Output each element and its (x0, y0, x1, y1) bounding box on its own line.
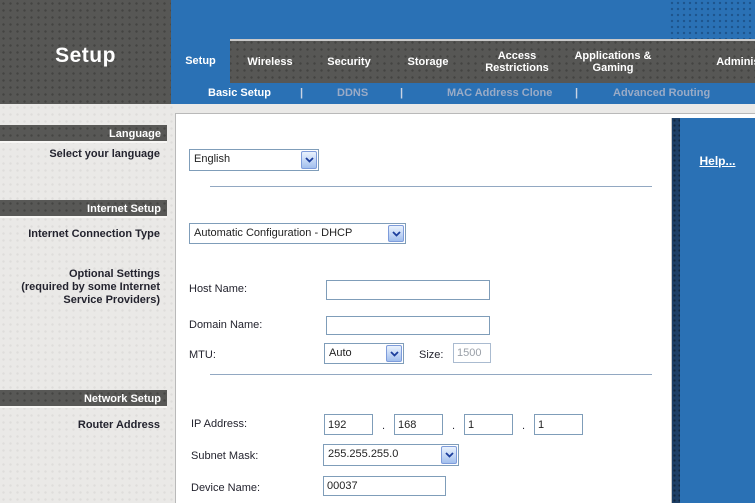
subnav-mac-address-clone[interactable]: MAC Address Clone (447, 87, 552, 99)
page-title-block: Setup (0, 0, 171, 104)
tab-administration[interactable]: Administration (660, 39, 755, 83)
page-title: Setup (55, 36, 116, 68)
octet-separator: . (443, 420, 464, 435)
tab-setup[interactable]: Setup (171, 39, 230, 83)
top-banner (171, 0, 755, 39)
device-name-input[interactable] (323, 476, 446, 496)
language-select-value: English (190, 150, 300, 170)
select-language-label: Select your language (2, 148, 160, 161)
internet-connection-type-label: Internet Connection Type (2, 228, 160, 241)
size-label: Size: (419, 349, 443, 361)
mtu-select-value: Auto (325, 344, 385, 363)
connection-type-value: Automatic Configuration - DHCP (190, 224, 387, 243)
subnet-mask-label: Subnet Mask: (191, 450, 258, 462)
subnet-mask-value: 255.255.255.0 (324, 445, 440, 465)
domain-name-label: Domain Name: (189, 319, 262, 331)
subnet-mask-arrow-button[interactable] (441, 446, 457, 464)
subnav-basic-setup[interactable]: Basic Setup (208, 87, 271, 99)
subnav-separator: | (400, 87, 403, 99)
tab-storage[interactable]: Storage (388, 39, 468, 83)
optional-settings-line3: Service Providers) (2, 294, 160, 307)
section-header-network-setup: Network Setup (0, 390, 167, 408)
optional-settings-line1: Optional Settings (2, 268, 160, 281)
help-panel: Help... (671, 118, 755, 503)
mtu-select-arrow-button[interactable] (386, 345, 402, 362)
ip-address-label: IP Address: (191, 418, 247, 430)
host-name-input[interactable] (326, 280, 490, 300)
tab-access-restrictions[interactable]: Access Restrictions (468, 39, 566, 83)
optional-settings-label: Optional Settings (required by some Inte… (2, 268, 160, 307)
optional-settings-line2: (required by some Internet (2, 281, 160, 294)
chevron-down-icon (305, 157, 314, 163)
host-name-label: Host Name: (189, 283, 247, 295)
section-divider (210, 374, 652, 375)
device-name-label: Device Name: (191, 482, 260, 494)
connection-type-select[interactable]: Automatic Configuration - DHCP (189, 223, 406, 244)
ip-octet-1-input[interactable] (324, 414, 373, 435)
ip-octet-4-input[interactable] (534, 414, 583, 435)
chevron-down-icon (390, 351, 399, 357)
section-header-language: Language (0, 125, 167, 143)
router-address-label: Router Address (2, 419, 160, 432)
chevron-down-icon (445, 452, 454, 458)
router-setup-page: Setup Setup Wireless Security Storage Ac… (0, 0, 755, 503)
language-select-arrow-button[interactable] (301, 151, 317, 169)
help-panel-body: Help... (680, 118, 755, 503)
chevron-down-icon (392, 231, 401, 237)
sub-nav-bar: Basic Setup | DDNS | MAC Address Clone |… (171, 83, 755, 104)
subnet-mask-select[interactable]: 255.255.255.0 (323, 444, 459, 466)
help-link[interactable]: Help... (699, 154, 735, 168)
connection-type-arrow-button[interactable] (388, 225, 404, 242)
ip-octet-2-input[interactable] (394, 414, 443, 435)
section-header-internet-setup: Internet Setup (0, 200, 167, 218)
tab-security[interactable]: Security (310, 39, 388, 83)
sidebar: Language Select your language Internet S… (0, 104, 175, 503)
ip-address-inputs: . . . (324, 414, 583, 435)
octet-separator: . (373, 420, 394, 435)
language-select[interactable]: English (189, 149, 319, 171)
tab-applications-gaming[interactable]: Applications & Gaming (566, 39, 660, 83)
mtu-select[interactable]: Auto (324, 343, 404, 364)
section-divider (210, 186, 652, 187)
subnav-advanced-routing[interactable]: Advanced Routing (613, 87, 710, 99)
subnav-separator: | (300, 87, 303, 99)
main-tab-bar: Setup Wireless Security Storage Access R… (171, 39, 755, 83)
mtu-size-input (453, 343, 491, 363)
octet-separator: . (513, 420, 534, 435)
subnav-separator: | (575, 87, 578, 99)
banner-dots-texture (669, 0, 755, 39)
help-panel-edge-texture (672, 118, 680, 503)
ip-octet-3-input[interactable] (464, 414, 513, 435)
subnav-ddns[interactable]: DDNS (337, 87, 368, 99)
mtu-label: MTU: (189, 349, 216, 361)
domain-name-input[interactable] (326, 316, 490, 335)
tab-wireless[interactable]: Wireless (230, 39, 310, 83)
content-panel: English Automatic Configuration - DHCP H… (175, 113, 755, 503)
